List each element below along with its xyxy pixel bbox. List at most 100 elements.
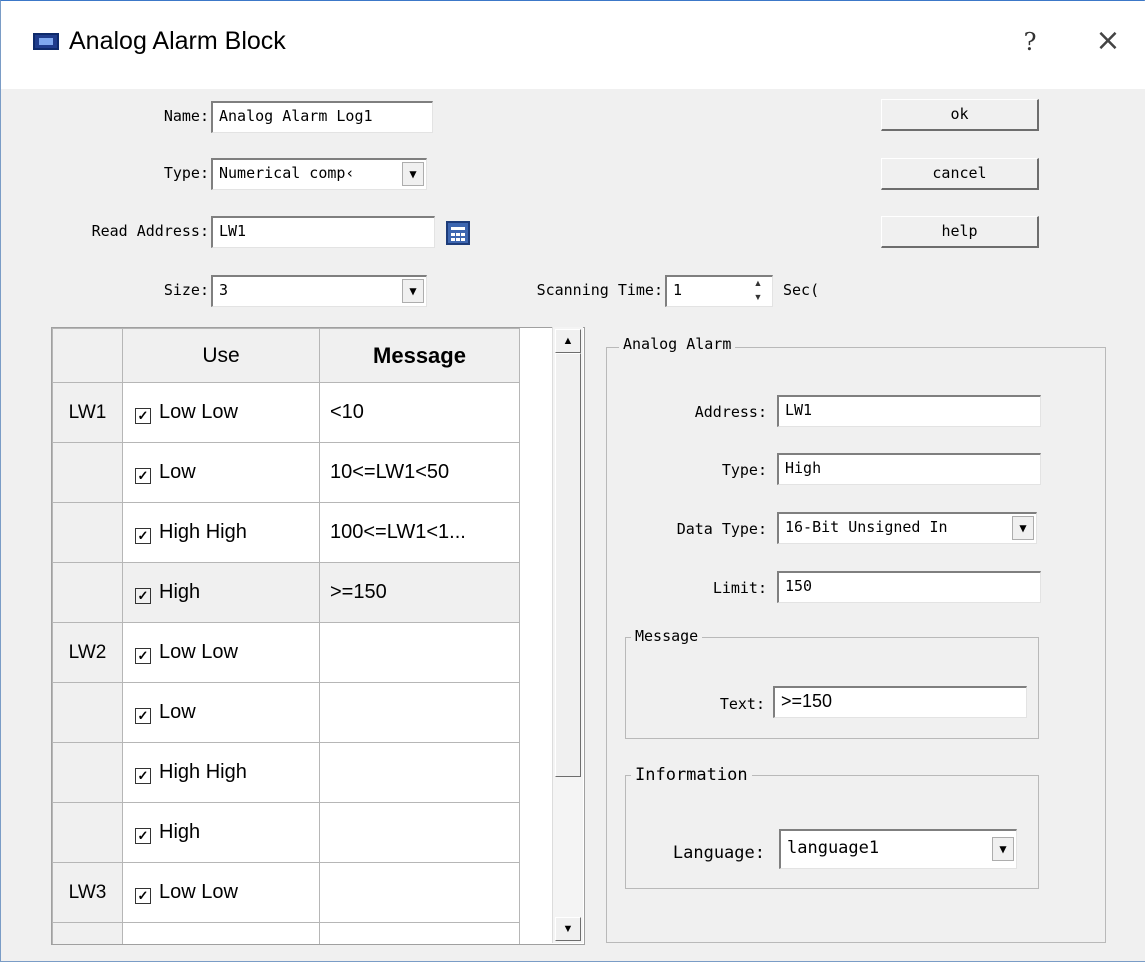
use-checkbox[interactable]: ✓ xyxy=(135,408,151,424)
use-cell[interactable]: ✓ High xyxy=(122,802,320,863)
spin-up-icon[interactable]: ▲ xyxy=(747,276,769,290)
use-label: L... xyxy=(159,941,187,944)
address-label: Address: xyxy=(694,403,767,421)
row-header-address xyxy=(52,562,123,623)
row-header-address xyxy=(52,442,123,503)
address-input[interactable]: LW1 xyxy=(777,395,1041,427)
ok-button[interactable]: ok xyxy=(881,99,1039,131)
use-checkbox[interactable]: ✓ xyxy=(135,768,151,784)
row-header-address: LW1 xyxy=(52,382,123,443)
table-row[interactable]: ✓L... xyxy=(52,922,554,944)
data-type-select-value: 16-Bit Unsigned In xyxy=(785,518,948,536)
use-cell[interactable]: ✓ Low xyxy=(122,682,320,743)
message-cell[interactable]: 10<=LW1<50 xyxy=(319,442,520,503)
message-column-header[interactable]: Message xyxy=(319,328,520,383)
use-cell[interactable]: ✓ Low Low xyxy=(122,382,320,443)
analog-alarm-group-title: Analog Alarm xyxy=(619,335,736,353)
data-type-select[interactable]: 16-Bit Unsigned In ▼ xyxy=(777,512,1037,544)
row-header-address xyxy=(52,502,123,563)
message-cell[interactable]: 100<=LW1<1... xyxy=(319,502,520,563)
row-header-address: LW3 xyxy=(52,862,123,923)
use-label: High xyxy=(159,821,201,843)
language-select-value: language1 xyxy=(787,838,880,858)
use-label: Low xyxy=(159,461,196,483)
name-label: Name: xyxy=(163,107,209,125)
use-cell[interactable]: ✓ Low Low xyxy=(122,622,320,683)
alarm-type-input[interactable]: High xyxy=(777,453,1041,485)
message-cell[interactable] xyxy=(319,862,520,923)
table-row[interactable]: LW2 ✓ Low Low xyxy=(52,622,554,683)
table-row[interactable]: ✓ Low xyxy=(52,682,554,743)
type-select[interactable]: Numerical comp‹ ▼ xyxy=(211,158,427,190)
chevron-down-icon[interactable]: ▼ xyxy=(402,279,424,303)
use-cell[interactable]: ✓ Low xyxy=(122,442,320,503)
row-header-address xyxy=(52,742,123,803)
grid-corner-header xyxy=(52,328,123,383)
table-row[interactable]: ✓ High High 100<=LW1<1... xyxy=(52,502,554,563)
row-spacer xyxy=(519,802,554,863)
use-cell[interactable]: ✓ Low Low xyxy=(122,862,320,923)
table-row[interactable]: ✓ High xyxy=(52,802,554,863)
message-cell[interactable] xyxy=(319,802,520,863)
use-checkbox[interactable]: ✓ xyxy=(135,528,151,544)
help-question-button[interactable]: ? xyxy=(1015,25,1045,59)
use-checkbox[interactable]: ✓ xyxy=(135,828,151,844)
table-row[interactable]: ✓ High >=150 xyxy=(52,562,554,623)
use-checkbox[interactable]: ✓ xyxy=(135,648,151,664)
use-cell[interactable]: ✓ High High xyxy=(122,742,320,803)
close-button[interactable]: × xyxy=(1091,23,1125,59)
message-cell[interactable]: >=150 xyxy=(319,562,520,623)
row-header-address xyxy=(52,802,123,863)
use-checkbox[interactable]: ✓ xyxy=(135,708,151,724)
cancel-button[interactable]: cancel xyxy=(881,158,1039,190)
row-spacer xyxy=(519,682,554,743)
limit-input[interactable]: 150 xyxy=(777,571,1041,603)
row-spacer xyxy=(519,382,554,443)
message-cell[interactable] xyxy=(319,682,520,743)
message-cell[interactable] xyxy=(319,922,520,944)
read-address-label: Read Address: xyxy=(91,222,209,240)
use-checkbox[interactable]: ✓ xyxy=(135,588,151,604)
use-cell[interactable]: ✓ High xyxy=(122,562,320,623)
message-cell[interactable] xyxy=(319,742,520,803)
table-row[interactable]: LW1 ✓ Low Low <10 xyxy=(52,382,554,443)
alarm-table: Use Message LW1 ✓ Low Low <10 ✓ Low 10<=LW1<50… xyxy=(52,328,554,944)
table-row[interactable]: ✓ Low 10<=LW1<50 xyxy=(52,442,554,503)
message-text-input[interactable]: >=150 xyxy=(773,686,1027,718)
message-cell[interactable] xyxy=(319,622,520,683)
use-cell[interactable]: ✓L... xyxy=(122,922,320,944)
message-cell[interactable]: <10 xyxy=(319,382,520,443)
use-label: High High xyxy=(159,761,247,783)
message-group-title: Message xyxy=(631,627,703,645)
window-title: Analog Alarm Block xyxy=(69,27,286,55)
type-select-value: Numerical comp‹ xyxy=(219,164,355,182)
scroll-thumb[interactable] xyxy=(555,353,581,777)
scroll-down-icon[interactable]: ▼ xyxy=(555,917,581,941)
use-label: Low xyxy=(159,701,196,723)
read-address-input[interactable]: LW1 xyxy=(211,216,435,248)
language-label: Language: xyxy=(672,843,765,863)
use-cell[interactable]: ✓ High High xyxy=(122,502,320,563)
use-label: Low Low xyxy=(159,881,238,903)
row-spacer xyxy=(519,562,554,623)
spin-down-icon[interactable]: ▼ xyxy=(747,290,769,304)
table-row[interactable]: LW3 ✓ Low Low xyxy=(52,862,554,923)
language-select[interactable]: language1 ▼ xyxy=(779,829,1017,869)
use-label: Low Low xyxy=(159,401,238,423)
use-checkbox[interactable]: ✓ xyxy=(135,468,151,484)
chevron-down-icon[interactable]: ▼ xyxy=(1012,516,1034,540)
alarm-grid: Use Message LW1 ✓ Low Low <10 ✓ Low 10<=LW1<50… xyxy=(51,327,585,945)
scanning-time-spinner[interactable]: ▲ ▼ xyxy=(747,276,769,306)
name-input[interactable]: Analog Alarm Log1 xyxy=(211,101,433,133)
grid-vertical-scrollbar[interactable]: ▲ ▼ xyxy=(552,327,583,943)
use-checkbox[interactable]: ✓ xyxy=(135,888,151,904)
size-select-value: 3 xyxy=(219,281,229,299)
help-button[interactable]: help xyxy=(881,216,1039,248)
scroll-up-icon[interactable]: ▲ xyxy=(555,329,581,353)
calculator-icon[interactable] xyxy=(446,221,470,245)
size-select[interactable]: 3 ▼ xyxy=(211,275,427,307)
chevron-down-icon[interactable]: ▼ xyxy=(402,162,424,186)
use-column-header[interactable]: Use xyxy=(122,328,320,383)
chevron-down-icon[interactable]: ▼ xyxy=(992,837,1014,861)
table-row[interactable]: ✓ High High xyxy=(52,742,554,803)
